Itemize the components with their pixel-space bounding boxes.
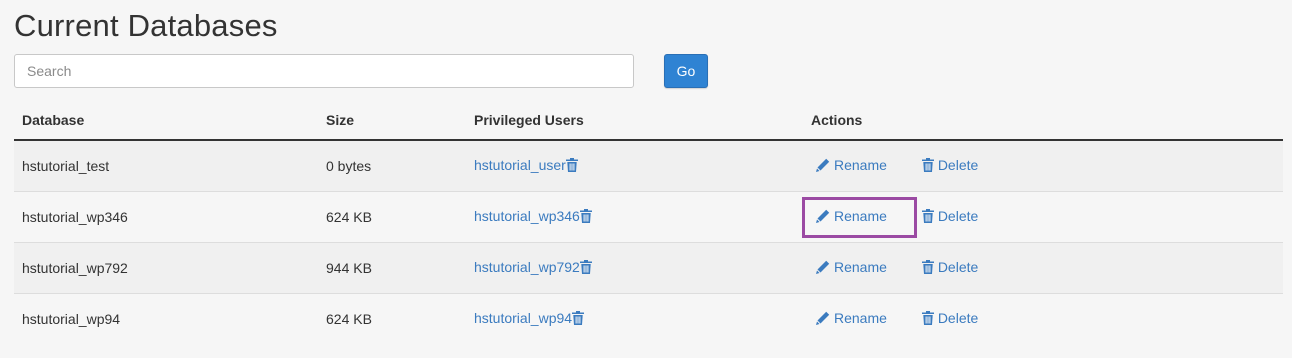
- delete-button[interactable]: Delete: [921, 207, 979, 224]
- privileged-user-link[interactable]: hstutorial_wp94: [474, 310, 572, 326]
- database-size: 624 KB: [318, 292, 466, 344]
- rename-label: Rename: [834, 156, 887, 173]
- pencil-icon: [816, 260, 830, 274]
- rename-button[interactable]: Rename: [816, 259, 887, 275]
- delete-label: Delete: [937, 258, 979, 275]
- column-header-size[interactable]: Size: [318, 100, 466, 141]
- table-row: hstutorial_wp792 944 KB hstutorial_wp792…: [14, 241, 1283, 293]
- pencil-icon: [816, 158, 830, 172]
- actions-cell: Rename Delete: [803, 139, 1283, 191]
- privileged-users-cell: hstutorial_wp346: [466, 190, 803, 242]
- database-name: hstutorial_wp346: [14, 190, 318, 242]
- database-name: hstutorial_wp792: [14, 241, 318, 293]
- trash-icon[interactable]: [572, 310, 585, 328]
- trash-icon: [921, 310, 934, 325]
- privileged-user-link[interactable]: hstutorial_wp346: [474, 208, 580, 224]
- actions-cell: Rename Delete: [803, 190, 1283, 242]
- database-size: 0 bytes: [318, 139, 466, 191]
- rename-button[interactable]: Rename: [816, 208, 887, 224]
- privileged-users-cell: hstutorial_user: [466, 139, 803, 191]
- actions-cell: Rename Delete: [803, 241, 1283, 293]
- table-row: hstutorial_wp346 624 KB hstutorial_wp346…: [14, 190, 1283, 242]
- rename-label: Rename: [834, 258, 887, 275]
- privileged-users-cell: hstutorial_wp792: [466, 241, 803, 293]
- trash-icon[interactable]: [579, 208, 592, 226]
- trash-icon[interactable]: [565, 157, 578, 175]
- database-name: hstutorial_wp94: [14, 292, 318, 344]
- page-title: Current Databases: [14, 8, 278, 43]
- table-row: hstutorial_wp94 624 KB hstutorial_wp94 R…: [14, 292, 1283, 344]
- search-input[interactable]: [14, 54, 634, 88]
- actions-cell: Rename Delete: [803, 292, 1283, 344]
- delete-label: Delete: [937, 156, 979, 173]
- delete-label: Delete: [937, 309, 979, 326]
- go-button[interactable]: Go: [664, 54, 708, 88]
- delete-button[interactable]: Delete: [921, 258, 979, 275]
- rename-button[interactable]: Rename: [816, 157, 887, 173]
- database-size: 944 KB: [318, 241, 466, 293]
- rename-label: Rename: [834, 309, 887, 326]
- column-header-database[interactable]: Database: [14, 100, 318, 141]
- trash-icon: [921, 259, 934, 274]
- trash-icon[interactable]: [579, 259, 592, 277]
- delete-button[interactable]: Delete: [921, 309, 979, 326]
- table-header-row: Database Size Privileged Users Actions: [14, 100, 1283, 141]
- database-size: 624 KB: [318, 190, 466, 242]
- privileged-user-link[interactable]: hstutorial_wp792: [474, 259, 580, 275]
- privileged-user-link[interactable]: hstutorial_user: [474, 157, 566, 173]
- column-header-privileged-users: Privileged Users: [466, 100, 803, 141]
- search-box: [14, 54, 634, 88]
- rename-label: Rename: [834, 207, 887, 224]
- database-name: hstutorial_test: [14, 139, 318, 191]
- trash-icon: [921, 208, 934, 223]
- pencil-icon: [816, 209, 830, 223]
- rename-button[interactable]: Rename: [816, 310, 887, 326]
- table-row: hstutorial_test 0 bytes hstutorial_user …: [14, 139, 1283, 191]
- delete-button[interactable]: Delete: [921, 156, 979, 173]
- privileged-users-cell: hstutorial_wp94: [466, 292, 803, 344]
- delete-label: Delete: [937, 207, 979, 224]
- trash-icon: [921, 157, 934, 172]
- databases-table: Database Size Privileged Users Actions h…: [14, 100, 1283, 344]
- column-header-actions: Actions: [803, 100, 1283, 141]
- pencil-icon: [816, 311, 830, 325]
